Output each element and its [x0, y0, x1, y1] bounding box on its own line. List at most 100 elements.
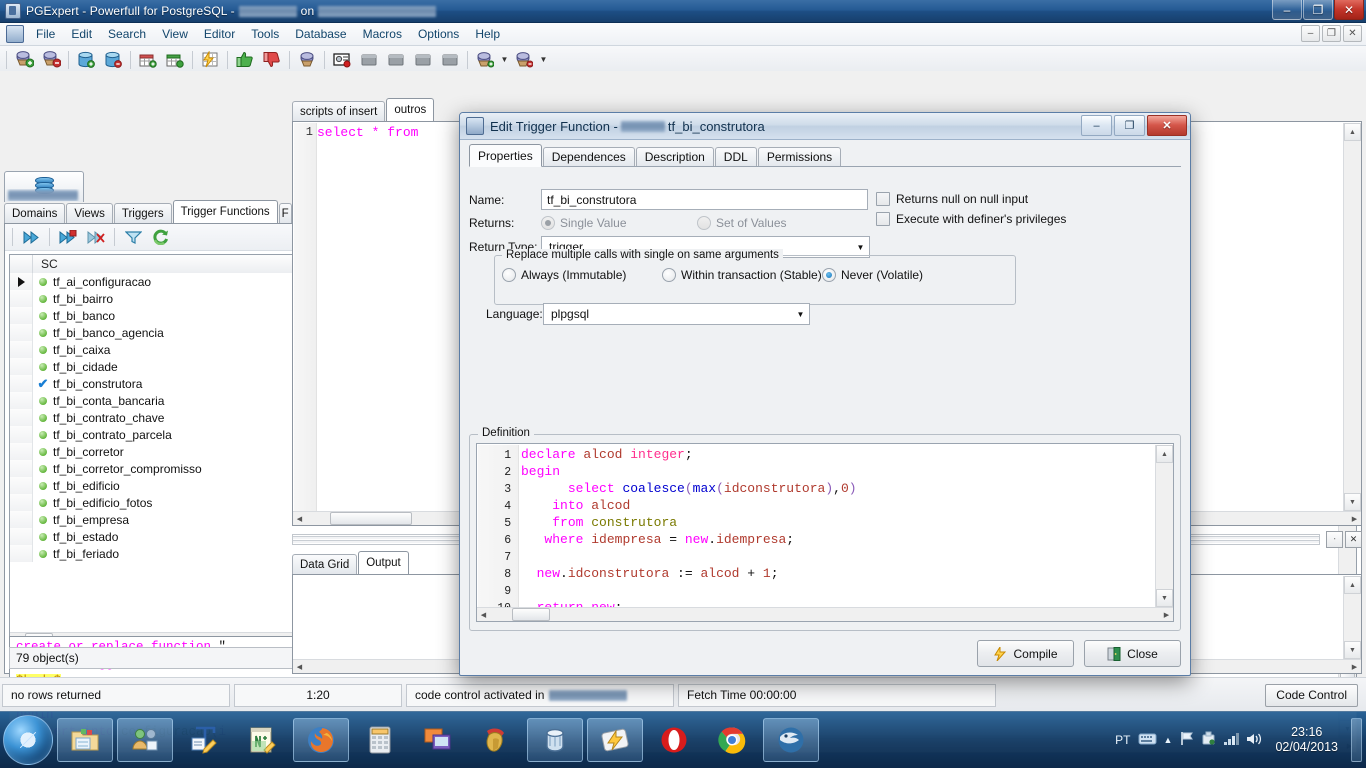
hscroll-right-icon[interactable]: ▶: [1348, 663, 1361, 671]
returns-option-single[interactable]: Single Value: [541, 216, 651, 230]
checkbox-definer-privileges-row[interactable]: Execute with definer's privileges: [876, 209, 1066, 228]
menu-item-search[interactable]: Search: [100, 24, 154, 44]
scroll-down-icon[interactable]: ▼: [1344, 493, 1361, 511]
definition-vertical-scrollbar[interactable]: ▲ ▼: [1155, 445, 1173, 607]
language-combo[interactable]: plpgsql ▼: [543, 303, 810, 325]
checkbox-returns-null-row[interactable]: Returns null on null input: [876, 189, 1066, 208]
taskbar-opera[interactable]: [647, 719, 701, 761]
keyboard-layout-icon[interactable]: [1138, 732, 1157, 749]
taskbar-contacts[interactable]: [117, 718, 173, 762]
run-icon[interactable]: [18, 225, 44, 250]
scroll-down-icon[interactable]: ▼: [1344, 641, 1361, 659]
close-session-icon[interactable]: [511, 47, 537, 72]
monitor-icon[interactable]: [329, 47, 355, 72]
main-toolbar[interactable]: ▼ ▼: [0, 46, 1366, 74]
row-status-dot-icon[interactable]: [33, 549, 53, 558]
menu-bar[interactable]: File Edit Search View Editor Tools Datab…: [0, 23, 1366, 46]
volatility-option-always[interactable]: Always (Immutable): [502, 268, 662, 282]
dialog-window-controls[interactable]: – ❐ ✕: [1081, 115, 1187, 136]
editor-vertical-scrollbar[interactable]: ▲ ▼: [1343, 123, 1361, 511]
output-vertical-scrollbar[interactable]: ▲ ▼: [1343, 576, 1361, 659]
returns-option-set[interactable]: Set of Values: [697, 216, 787, 230]
run-with-options-icon[interactable]: [55, 225, 81, 250]
stop-icon[interactable]: [83, 225, 109, 250]
new-object-icon[interactable]: [135, 47, 161, 72]
chevron-down-icon[interactable]: ▼: [852, 237, 869, 257]
window-tile-1-icon[interactable]: [356, 47, 382, 72]
row-status-dot-icon[interactable]: [33, 294, 53, 303]
show-hidden-icons-icon[interactable]: ▲: [1164, 735, 1173, 745]
radio-always-immutable[interactable]: [502, 268, 516, 282]
row-status-dot-icon[interactable]: [33, 481, 53, 490]
clock[interactable]: 23:16 02/04/2013: [1269, 725, 1344, 755]
volatility-option-never[interactable]: Never (Volatile): [822, 268, 923, 282]
radio-within-transaction-stable[interactable]: [662, 268, 676, 282]
editor-tab-strip[interactable]: scripts of insert outros: [292, 98, 435, 121]
code-control-button[interactable]: Code Control: [1265, 683, 1358, 707]
row-status-dot-icon[interactable]: [33, 345, 53, 354]
menu-item-edit[interactable]: Edit: [63, 24, 100, 44]
show-desktop-button[interactable]: [1351, 718, 1362, 762]
mdi-window-controls[interactable]: – ❐ ✕: [1301, 25, 1362, 42]
execute-script-icon[interactable]: [197, 47, 223, 72]
row-status-dot-icon[interactable]: [33, 311, 53, 320]
dialog-close-button[interactable]: ✕: [1147, 115, 1187, 136]
dialog-tab-ddl[interactable]: DDL: [714, 147, 757, 166]
editor-tab-scripts-of-insert[interactable]: scripts of insert: [292, 101, 386, 121]
dialog-tab-properties[interactable]: Properties: [469, 144, 542, 167]
taskbar-postgresql[interactable]: [527, 718, 583, 762]
dialog-footer[interactable]: Compile Close: [977, 640, 1181, 667]
menu-item-editor[interactable]: Editor: [196, 24, 243, 44]
close-session-dropdown-icon[interactable]: ▼: [538, 48, 549, 71]
hscroll-left-icon[interactable]: ◀: [477, 611, 490, 619]
scroll-up-icon[interactable]: ▲: [1344, 123, 1361, 141]
taskbar-chrome[interactable]: [705, 719, 759, 761]
taskbar-remote-desktop[interactable]: [411, 719, 465, 761]
hscroll-left-icon[interactable]: ◀: [293, 515, 306, 523]
hscroll-left-icon[interactable]: ◀: [293, 663, 306, 671]
hscroll-right-icon[interactable]: ▶: [1160, 611, 1173, 619]
window-minimize-button[interactable]: –: [1272, 0, 1302, 20]
window-tile-4-icon[interactable]: [437, 47, 463, 72]
close-button[interactable]: Close: [1084, 640, 1181, 667]
close-panel-icon[interactable]: ✕: [1345, 531, 1362, 548]
taskbar-spartan[interactable]: [469, 719, 523, 761]
browser-tab-functions[interactable]: F: [278, 203, 292, 223]
taskbar-notepad-plus[interactable]: [235, 719, 289, 761]
row-status-dot-icon[interactable]: [33, 515, 53, 524]
window-maximize-button[interactable]: ❐: [1303, 0, 1333, 20]
window-close-button[interactable]: ✕: [1334, 0, 1364, 20]
menu-item-tools[interactable]: Tools: [243, 24, 287, 44]
radio-single-value[interactable]: [541, 216, 555, 230]
row-status-dot-icon[interactable]: [33, 447, 53, 456]
scroll-up-icon[interactable]: ▲: [1344, 576, 1361, 594]
row-status-dot-icon[interactable]: [33, 430, 53, 439]
radio-set-of-values[interactable]: [697, 216, 711, 230]
volatility-option-stable[interactable]: Within transaction (Stable): [662, 268, 822, 282]
compile-button[interactable]: Compile: [977, 640, 1074, 667]
scroll-down-icon[interactable]: ▼: [1156, 589, 1173, 607]
row-status-dot-icon[interactable]: [33, 532, 53, 541]
row-status-dot-icon[interactable]: [33, 396, 53, 405]
dialog-tab-permissions[interactable]: Permissions: [757, 147, 842, 166]
definition-editor[interactable]: 1 2 3 4 5 6 7 8 9 10 11 declare alcod in…: [476, 443, 1174, 622]
window-tile-3-icon[interactable]: [410, 47, 436, 72]
volume-icon[interactable]: [1246, 732, 1262, 749]
edit-trigger-function-dialog[interactable]: Edit Trigger Function - tf_bi_construtor…: [459, 112, 1191, 676]
window-tile-2-icon[interactable]: [383, 47, 409, 72]
browser-tab-trigger-functions[interactable]: Trigger Functions: [172, 200, 278, 223]
mdi-restore-button[interactable]: ❐: [1322, 25, 1341, 42]
safely-remove-icon[interactable]: [1201, 731, 1216, 749]
definition-hscroll-thumb[interactable]: [512, 608, 550, 621]
menu-item-database[interactable]: Database: [287, 24, 354, 44]
rollback-icon[interactable]: [259, 47, 285, 72]
taskbar-text-editor[interactable]: [177, 719, 231, 761]
action-center-flag-icon[interactable]: [1179, 731, 1194, 749]
editor-tab-outros[interactable]: outros: [386, 98, 435, 121]
connect-database-icon[interactable]: [73, 47, 99, 72]
menu-item-macros[interactable]: Macros: [355, 24, 410, 44]
system-tray[interactable]: PT ▲ 23:16 02/04/2013: [1115, 718, 1366, 762]
menu-item-options[interactable]: Options: [410, 24, 467, 44]
results-tab-data-grid[interactable]: Data Grid: [292, 554, 358, 574]
menu-item-file[interactable]: File: [28, 24, 63, 44]
